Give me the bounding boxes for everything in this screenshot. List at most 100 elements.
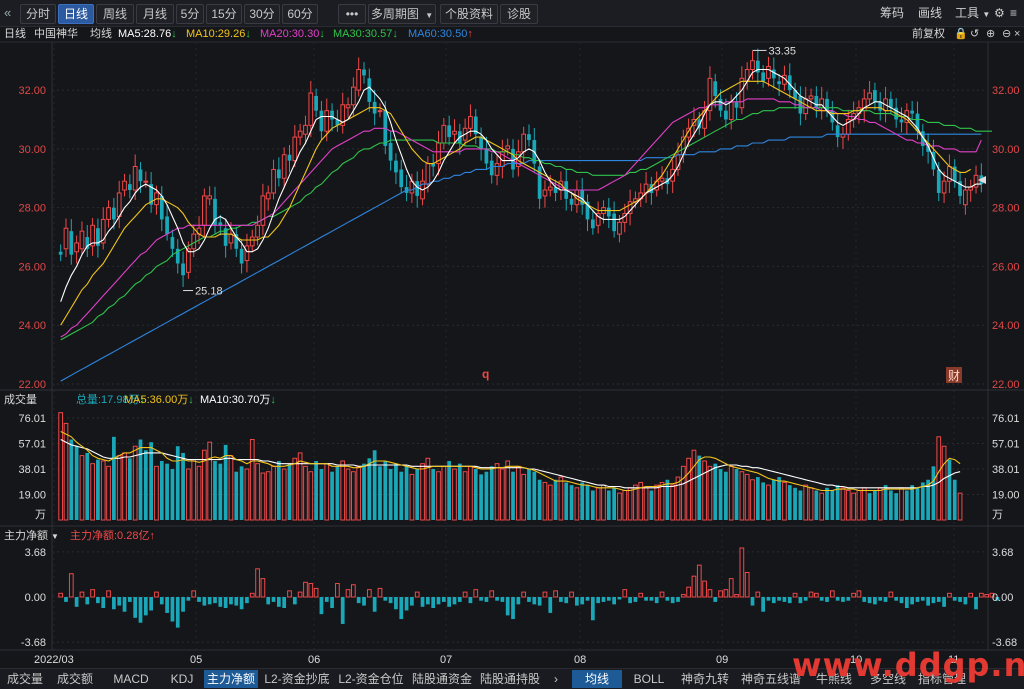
volume-bar	[122, 452, 127, 521]
volume-bar	[500, 468, 505, 521]
mainflow-bar	[319, 597, 324, 615]
volume-bar	[265, 471, 271, 521]
indicator-tab[interactable]: 成交额	[52, 670, 98, 688]
candle-body	[106, 207, 111, 220]
volume-bar	[825, 487, 829, 520]
mainflow-bar	[117, 597, 122, 606]
candle-body	[249, 236, 255, 247]
mainflow-bar	[223, 597, 228, 609]
volume-bar	[622, 489, 628, 521]
mainflow-bar	[910, 597, 915, 605]
candle-body	[122, 180, 127, 191]
price-tick-left: 28.00	[18, 203, 46, 215]
candle-body	[207, 195, 213, 200]
candle-body	[239, 248, 244, 264]
mainflow-bar	[79, 591, 85, 598]
volume-tick-left: 76.01	[18, 413, 46, 425]
volume-bar	[654, 484, 660, 521]
indicator-tab[interactable]: L2-资金仓位	[336, 670, 406, 688]
x-tick-label: 08	[574, 654, 586, 666]
volume-tick-left: 万	[35, 509, 46, 521]
candle-body	[936, 169, 941, 193]
mainflow-bar	[234, 597, 239, 606]
mainflow-tick-right: 0.00	[992, 592, 1013, 604]
volume-bar	[547, 484, 553, 521]
indicator-tab[interactable]: 主力净额	[204, 670, 258, 688]
mainflow-bar	[532, 597, 537, 605]
overlay-tab[interactable]: 均线	[572, 670, 622, 688]
candle-body	[739, 77, 745, 109]
candle-body	[479, 137, 483, 149]
candle-body	[489, 160, 494, 176]
mainflow-bar	[888, 591, 894, 598]
mainflow-bar	[803, 597, 808, 601]
volume-bar	[335, 466, 340, 520]
mainflow-bar	[340, 597, 345, 624]
price-tick-right: 26.00	[992, 261, 1020, 273]
candle-body	[452, 130, 457, 135]
mainflow-bar	[260, 578, 266, 598]
volume-bar	[436, 471, 441, 521]
candle-body	[244, 245, 250, 262]
mainflow-bar	[942, 597, 946, 607]
candle-body	[63, 227, 69, 250]
candle-body	[777, 81, 781, 85]
indicator-tab[interactable]: 陆股通资金	[410, 670, 474, 688]
chevron-right-icon[interactable]: ›	[549, 670, 563, 688]
volume-bar	[196, 465, 202, 521]
volume-tick-left: 57.01	[18, 439, 46, 451]
volume-bar	[159, 460, 164, 520]
mainflow-bar	[575, 597, 579, 606]
mainflow-title-dropdown[interactable]: 主力净额 ▼	[4, 528, 59, 545]
volume-bar	[127, 458, 132, 520]
mainflow-bar	[952, 597, 957, 601]
indicator-tab[interactable]: L2-资金抄底	[262, 670, 332, 688]
mainflow-bar	[154, 591, 159, 598]
volume-bar	[515, 465, 521, 521]
volume-bar	[840, 487, 846, 521]
overlay-tab[interactable]: BOLL	[626, 670, 672, 688]
mainflow-bar	[755, 591, 761, 598]
event-marker: q	[482, 367, 489, 381]
mainflow-bar	[356, 597, 361, 604]
chart-canvas[interactable]: 33.35 25.18 q 财 32.00 32.00 30.00 30.00 28.00 28…	[0, 0, 1024, 668]
mainflow-bar	[362, 597, 366, 606]
candle-body	[867, 92, 872, 100]
candle-body	[617, 221, 622, 235]
indicator-tab[interactable]: KDJ	[164, 670, 200, 688]
volume-title: 成交量	[4, 394, 37, 406]
candle-body	[138, 169, 143, 182]
volume-bar	[441, 465, 447, 521]
volume-bar	[569, 485, 574, 520]
candle-body	[835, 125, 840, 138]
price-tick-right: 24.00	[992, 320, 1020, 332]
volume-bar	[877, 487, 883, 521]
mainflow-bar	[633, 597, 638, 602]
volume-bar	[798, 490, 803, 520]
mainflow-bar	[495, 597, 499, 601]
indicator-tab[interactable]: 陆股通持股	[478, 670, 542, 688]
indicator-tab[interactable]: MACD	[102, 670, 160, 688]
candle-body	[394, 160, 398, 173]
mainflow-bar	[431, 597, 436, 609]
volume-bar	[281, 468, 287, 521]
mainflow-bar	[878, 597, 883, 601]
mainflow-bar	[707, 589, 713, 598]
mainflow-bar	[894, 597, 899, 601]
mainflow-bar	[133, 597, 138, 618]
overlay-tab[interactable]: 神奇九转	[676, 670, 734, 688]
volume-bar	[889, 490, 893, 520]
volume-bar	[793, 487, 797, 520]
volume-bar	[761, 482, 766, 520]
mainflow-bar	[366, 589, 372, 598]
mainflow-bar	[207, 597, 212, 605]
volume-legend: 成交量 总量:17.98万↓ MA5:36.00万↓ MA10:30.70万↓	[0, 392, 1024, 408]
mainflow-bar	[388, 597, 393, 604]
candle-body	[425, 163, 431, 185]
x-tick-label: 09	[716, 654, 728, 666]
mainflow-bar	[282, 597, 287, 609]
mainflow-bar	[447, 597, 452, 607]
indicator-tab[interactable]: 成交量	[2, 670, 48, 688]
volume-bar	[612, 487, 616, 520]
volume-bar	[207, 441, 213, 521]
